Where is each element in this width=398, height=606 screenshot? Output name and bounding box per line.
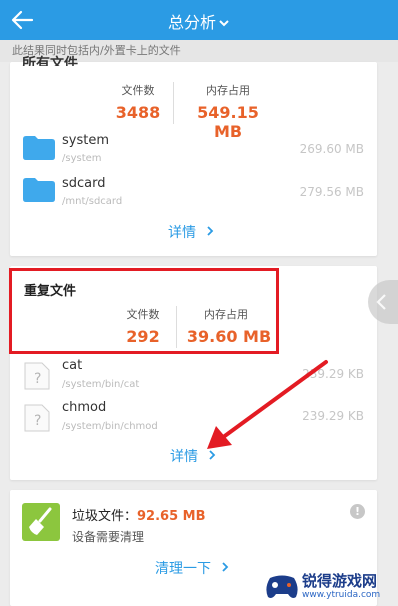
divider — [173, 82, 174, 124]
item-size: 269.60 MB — [299, 142, 364, 156]
file-count-label: 文件数 — [121, 84, 155, 97]
junk-label: 垃圾文件： — [72, 509, 138, 524]
watermark-title: 锐得游戏网 — [302, 572, 378, 590]
details-link[interactable]: 详情 — [168, 222, 215, 244]
item-name: system — [62, 133, 109, 148]
list-item[interactable]: ? chmod /system/bin/chmod 239.29 KB — [10, 398, 377, 440]
item-path: /system — [62, 153, 102, 164]
list-item[interactable]: system /system 269.60 MB — [10, 128, 377, 172]
item-name: cat — [62, 358, 83, 373]
item-path: /system/bin/chmod — [62, 421, 158, 432]
chevron-left-icon — [376, 294, 386, 310]
details-label: 详情 — [170, 449, 198, 465]
chevron-right-icon — [209, 450, 216, 460]
all-files-card: 所有文件 文件数 3488 内存占用 549.15 MB system /sys… — [10, 56, 377, 256]
item-name: sdcard — [62, 176, 106, 191]
chevron-down-icon — [219, 20, 229, 27]
chevron-right-icon — [207, 226, 214, 236]
watermark-url: www.ytruida.com — [302, 590, 381, 600]
item-path: /system/bin/cat — [62, 379, 140, 390]
gamepad-logo-icon — [266, 575, 298, 598]
details-link[interactable]: 详情 — [170, 446, 217, 468]
item-size: 279.56 MB — [299, 185, 364, 199]
clean-button[interactable]: 清理一下 — [155, 558, 230, 580]
section-title: 所有文件 — [22, 56, 78, 66]
svg-text:?: ? — [34, 413, 41, 429]
page-title: 总分析 — [167, 13, 216, 32]
junk-subtitle: 设备需要清理 — [72, 530, 145, 544]
list-item[interactable]: sdcard /mnt/sdcard 279.56 MB — [10, 172, 377, 212]
unknown-file-icon: ? — [24, 362, 50, 390]
info-icon[interactable]: ! — [350, 504, 365, 519]
details-label: 详情 — [168, 225, 196, 241]
item-name: chmod — [62, 400, 107, 415]
junk-size: 92.65 MB — [137, 509, 206, 524]
list-item[interactable]: ? cat /system/bin/cat 239.29 KB — [10, 356, 377, 398]
folder-icon — [23, 136, 55, 160]
folder-icon — [23, 178, 55, 202]
junk-summary: 垃圾文件：92.65 MB — [72, 505, 206, 524]
top-bar: 总分析 — [0, 0, 398, 40]
title-dropdown[interactable]: 总分析 — [0, 9, 398, 33]
chevron-right-icon — [222, 562, 229, 572]
item-size: 239.29 KB — [302, 367, 364, 381]
file-count-value: 3488 — [115, 103, 161, 122]
unknown-file-icon: ? — [24, 404, 50, 432]
broom-icon — [22, 503, 60, 541]
item-size: 239.29 KB — [302, 409, 364, 423]
highlight-box — [9, 268, 279, 354]
item-path: /mnt/sdcard — [62, 196, 123, 207]
memory-label: 内存占用 — [206, 84, 250, 97]
svg-text:?: ? — [34, 371, 41, 387]
watermark: 锐得游戏网 www.ytruida.com — [262, 568, 398, 606]
side-drawer-handle[interactable] — [368, 280, 398, 324]
clean-label: 清理一下 — [155, 561, 211, 577]
